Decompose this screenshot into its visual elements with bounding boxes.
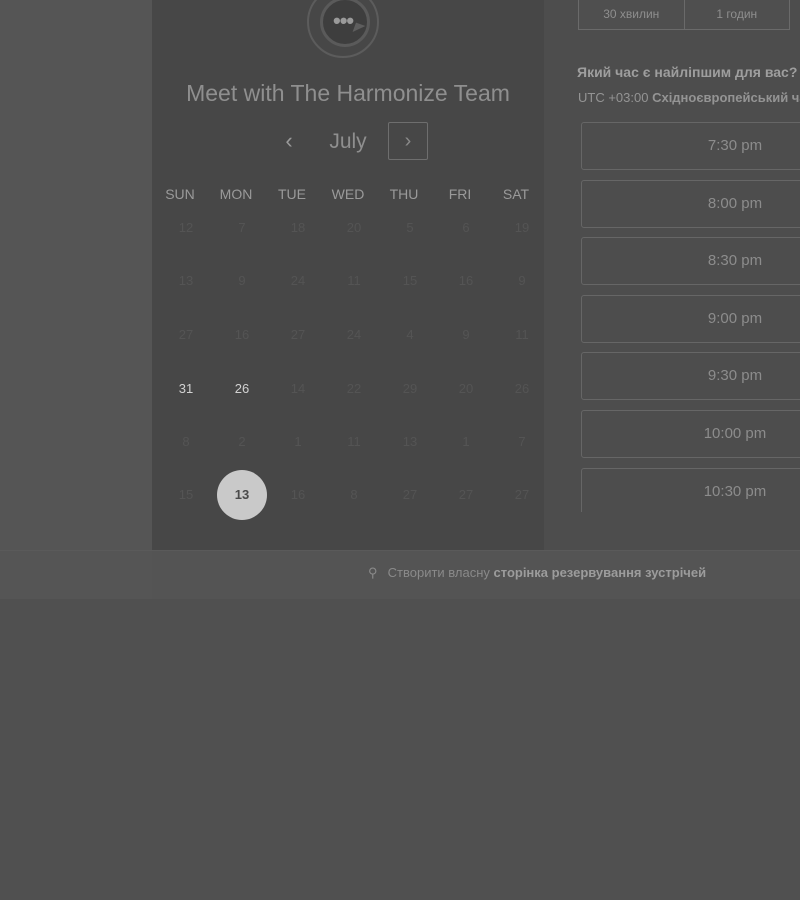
time-slot-list: 7:30 pm 8:00 pm 8:30 pm 9:00 pm 9:30 pm 10:00… [581,122,800,512]
weekday-sun: SUN [165,186,195,202]
create-booking-page-link[interactable]: ⚲ Створити власну сторінка резервування … [368,565,706,581]
time-slot-label: 9:30 pm [707,367,763,385]
timezone-offset: UTC +03:00 [578,90,649,105]
hubspot-sprocket-icon: ⚲ [368,565,378,580]
time-slot-label: 10:30 pm [703,482,767,500]
calendar-day[interactable]: 27 [278,325,318,345]
calendar-day[interactable]: 13 [390,432,430,452]
calendar-day[interactable]: 11 [334,432,374,452]
calendar-day[interactable]: 15 [390,271,430,291]
time-slot-button[interactable]: 7:30 pm [581,122,800,170]
time-slot-label: 8:30 pm [707,252,763,270]
calendar-day[interactable]: 22 [334,379,374,399]
calendar-panel: ••• Meet with The Harmonize Team ‹ July … [152,0,544,550]
time-slot-label: 8:00 pm [707,194,763,212]
month-label: July [329,130,367,153]
time-slot-button[interactable]: 10:00 pm [581,410,800,458]
calendar-day[interactable]: 13 [166,271,206,291]
calendar-day[interactable]: 9 [222,271,262,291]
calendar-day[interactable]: 27 [502,485,542,505]
calendar-day[interactable]: 9 [502,271,542,291]
duration-30min-tab[interactable]: 30 хвилин [579,0,684,29]
calendar-day[interactable]: 8 [334,485,374,505]
calendar-day[interactable]: 26 [502,379,542,399]
footer-text-bold: сторінка резервування зустрічей [493,565,707,580]
time-slot-button[interactable]: 8:00 pm [581,179,800,228]
time-question: Який час є найліпшим для вас? [577,64,798,80]
timezone-name: Східноєвропейський час [652,90,800,105]
calendar-day[interactable]: 9 [446,325,486,345]
duration-1hour-tab[interactable]: 1 годин [683,0,790,29]
calendar-day[interactable]: 12 [166,218,206,238]
calendar-day[interactable]: 11 [334,271,374,291]
time-slot-button[interactable]: 9:00 pm [581,294,800,343]
left-background [0,0,152,550]
calendar-day[interactable]: 20 [446,379,486,399]
time-slot-button[interactable]: 10:30 pm [581,467,800,512]
calendar-day[interactable]: 1 [446,432,486,452]
calendar-day[interactable]: 27 [390,485,430,505]
calendar-day[interactable]: 1 [278,432,318,452]
calendar-day[interactable]: 24 [278,271,318,291]
footer: ⚲ Створити власну сторінка резервування … [152,550,800,599]
calendar-day[interactable]: 5 [390,218,430,238]
calendar-day[interactable]: 26 [222,379,262,399]
calendar-day[interactable]: 14 [278,379,318,399]
calendar-day[interactable]: 31 [166,379,206,399]
calendar-day[interactable]: 16 [222,325,262,345]
time-panel: 30 хвилин 1 годин Який час є найліпшим д… [544,0,800,550]
calendar-day[interactable]: 19 [502,218,542,238]
weekday-sat: SAT [502,186,530,202]
time-slot-button[interactable]: 8:30 pm [581,237,800,286]
calendar-day[interactable]: 2 [222,432,262,452]
timezone-label[interactable]: UTC +03:00 Східноєвропейський час [578,90,800,105]
weekday-header: SUN MON TUE WED THU FRI SAT [152,186,544,206]
calendar-day[interactable]: 6 [446,218,486,238]
calendar-day[interactable]: 8 [166,432,206,452]
footer-left-background [0,550,152,599]
prev-month-button[interactable]: ‹ [276,128,302,156]
duration-selector: 30 хвилин 1 годин [578,0,790,30]
meeting-title: Meet with The Harmonize Team [186,80,510,106]
weekday-mon: MON [219,186,253,202]
calendar-day[interactable]: 16 [446,271,486,291]
calendar-day[interactable]: 16 [278,485,318,505]
calendar-day-selected[interactable]: 13 [217,470,267,520]
weekday-fri: FRI [448,186,472,202]
calendar-day[interactable]: 27 [446,485,486,505]
time-slot-label: 10:00 pm [703,425,767,442]
time-slot-label: 7:30 pm [707,137,763,154]
footer-text-prefix: Створити власну [387,565,490,580]
calendar-day[interactable]: 27 [166,325,206,345]
calendar-day[interactable]: 4 [390,325,430,345]
next-month-button[interactable]: › [388,122,428,160]
weekday-tue: TUE [278,186,306,202]
calendar-day[interactable]: 11 [502,325,542,345]
calendar-day[interactable]: 18 [278,218,318,238]
calendar-day[interactable]: 7 [502,432,542,452]
calendar-day[interactable]: 24 [334,325,374,345]
weekday-wed: WED [331,186,365,202]
calendar-day[interactable]: 20 [334,218,374,238]
weekday-thu: THU [389,186,419,202]
avatar: ••• [307,0,383,62]
calendar-day[interactable]: 29 [390,379,430,399]
calendar-day[interactable]: 15 [166,485,206,505]
time-slot-label: 9:00 pm [707,309,763,327]
calendar-day[interactable]: 7 [222,218,262,238]
time-slot-button[interactable]: 9:30 pm [581,352,800,401]
